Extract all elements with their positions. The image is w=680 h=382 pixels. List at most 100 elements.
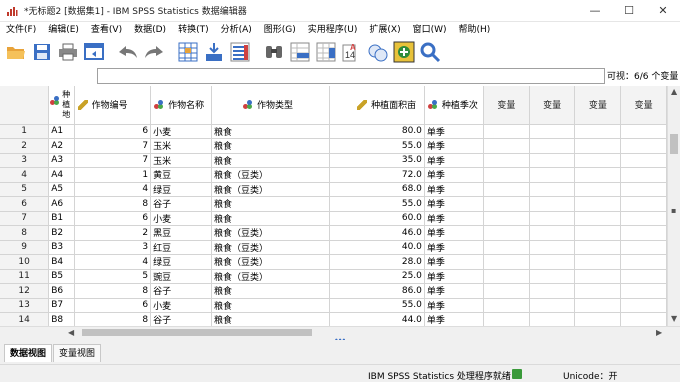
data-cell[interactable]: 6 [74, 211, 152, 226]
empty-cell[interactable] [574, 167, 622, 183]
empty-cell[interactable] [620, 196, 667, 212]
data-cell[interactable]: 谷子 [150, 312, 212, 326]
data-cell[interactable]: A3 [48, 153, 75, 168]
data-cell[interactable]: 86.0 [329, 283, 425, 299]
print-icon[interactable] [56, 40, 80, 64]
data-cell[interactable]: B1 [48, 211, 75, 226]
empty-cell[interactable] [483, 269, 530, 284]
menu-file[interactable]: 文件(F) [0, 22, 42, 38]
tab-variable-view[interactable]: 变量视图 [53, 344, 102, 362]
data-cell[interactable]: 粮食 [211, 283, 331, 299]
scroll-left-icon[interactable]: ◀ [68, 328, 74, 337]
empty-cell[interactable] [574, 182, 622, 197]
scroll-right-icon[interactable]: ▶ [656, 328, 662, 337]
data-cell[interactable]: 红豆 [150, 240, 212, 255]
menu-utilities[interactable]: 实用程序(U) [302, 22, 364, 38]
data-cell[interactable]: 2 [74, 225, 152, 241]
data-cell[interactable]: A6 [48, 196, 75, 212]
empty-cell[interactable] [620, 124, 667, 139]
minimize-button[interactable]: — [578, 0, 612, 22]
empty-cell[interactable] [483, 138, 530, 154]
empty-cell[interactable] [574, 283, 622, 299]
empty-cell[interactable] [574, 312, 622, 326]
row-number[interactable]: 14 [0, 312, 50, 326]
menu-analyze[interactable]: 分析(A) [215, 22, 258, 38]
data-cell[interactable]: 7 [74, 138, 152, 154]
data-cell[interactable]: 35.0 [329, 153, 425, 168]
data-cell[interactable]: 46.0 [329, 225, 425, 241]
cell-editor-input[interactable] [97, 68, 605, 84]
empty-cell[interactable] [620, 240, 667, 255]
insert-cases-icon[interactable] [288, 40, 312, 64]
data-cell[interactable]: 粮食 [211, 312, 331, 326]
use-sets-icon[interactable] [366, 40, 390, 64]
data-cell[interactable]: 谷子 [150, 196, 212, 212]
data-cell[interactable]: 28.0 [329, 254, 425, 270]
data-cell[interactable]: A5 [48, 182, 75, 197]
empty-cell[interactable] [483, 153, 530, 168]
empty-cell[interactable] [574, 138, 622, 154]
corner-cell[interactable] [0, 86, 50, 125]
data-cell[interactable]: 1 [74, 167, 152, 183]
row-number[interactable]: 11 [0, 269, 50, 284]
data-cell[interactable]: 单季 [424, 254, 485, 270]
data-cell[interactable]: 单季 [424, 240, 485, 255]
data-cell[interactable]: 玉米 [150, 138, 212, 154]
data-cell[interactable]: 粮食 [211, 153, 331, 168]
empty-cell[interactable] [483, 182, 530, 197]
column-header[interactable]: 作物类型 [211, 86, 331, 125]
tab-data-view[interactable]: 数据视图 [4, 344, 53, 362]
empty-cell[interactable] [574, 269, 622, 284]
redo-icon[interactable] [142, 40, 166, 64]
empty-cell[interactable] [620, 138, 667, 154]
data-cell[interactable]: B2 [48, 225, 75, 241]
data-cell[interactable]: B6 [48, 283, 75, 299]
empty-cell[interactable] [574, 124, 622, 139]
empty-cell[interactable] [620, 298, 667, 313]
row-number[interactable]: 6 [0, 196, 50, 212]
empty-cell[interactable] [620, 312, 667, 326]
row-number[interactable]: 7 [0, 211, 50, 226]
data-cell[interactable]: 80.0 [329, 124, 425, 139]
data-cell[interactable]: 谷子 [150, 283, 212, 299]
menu-extensions[interactable]: 扩展(X) [363, 22, 406, 38]
empty-cell[interactable] [483, 283, 530, 299]
menu-data[interactable]: 数据(D) [128, 22, 172, 38]
menu-help[interactable]: 帮助(H) [453, 22, 497, 38]
open-folder-icon[interactable] [4, 40, 28, 64]
empty-cell[interactable] [483, 254, 530, 270]
empty-cell[interactable] [529, 138, 576, 154]
empty-cell[interactable] [483, 124, 530, 139]
empty-cell[interactable] [620, 283, 667, 299]
row-number[interactable]: 4 [0, 167, 50, 183]
menu-transform[interactable]: 转换(T) [172, 22, 215, 38]
data-cell[interactable]: 8 [74, 283, 152, 299]
data-cell[interactable]: 小麦 [150, 124, 212, 139]
empty-cell[interactable] [529, 240, 576, 255]
data-cell[interactable]: 8 [74, 196, 152, 212]
data-cell[interactable]: 3 [74, 240, 152, 255]
empty-cell[interactable] [529, 269, 576, 284]
empty-cell[interactable] [574, 240, 622, 255]
row-number[interactable]: 2 [0, 138, 50, 154]
scroll-down-icon[interactable]: ▼ [671, 314, 677, 323]
empty-cell[interactable] [483, 196, 530, 212]
empty-cell[interactable] [574, 225, 622, 241]
data-cell[interactable]: A1 [48, 124, 75, 139]
empty-cell[interactable] [529, 211, 576, 226]
data-cell[interactable]: 44.0 [329, 312, 425, 326]
empty-cell[interactable] [574, 153, 622, 168]
empty-variable-header[interactable]: 变量 [483, 86, 530, 125]
data-cell[interactable]: 小麦 [150, 211, 212, 226]
menu-graphs[interactable]: 图形(G) [258, 22, 302, 38]
data-cell[interactable]: 4 [74, 182, 152, 197]
data-cell[interactable]: 单季 [424, 283, 485, 299]
horizontal-scroll-thumb[interactable] [82, 329, 312, 336]
column-header[interactable]: 种植面积亩 [329, 86, 425, 125]
goto-case-icon[interactable] [176, 40, 200, 64]
vertical-scrollbar[interactable]: ▲ ▪ ▼ [667, 86, 680, 326]
data-cell[interactable]: 72.0 [329, 167, 425, 183]
data-cell[interactable]: 40.0 [329, 240, 425, 255]
empty-variable-header[interactable]: 变量 [620, 86, 667, 125]
data-cell[interactable]: 玉米 [150, 153, 212, 168]
